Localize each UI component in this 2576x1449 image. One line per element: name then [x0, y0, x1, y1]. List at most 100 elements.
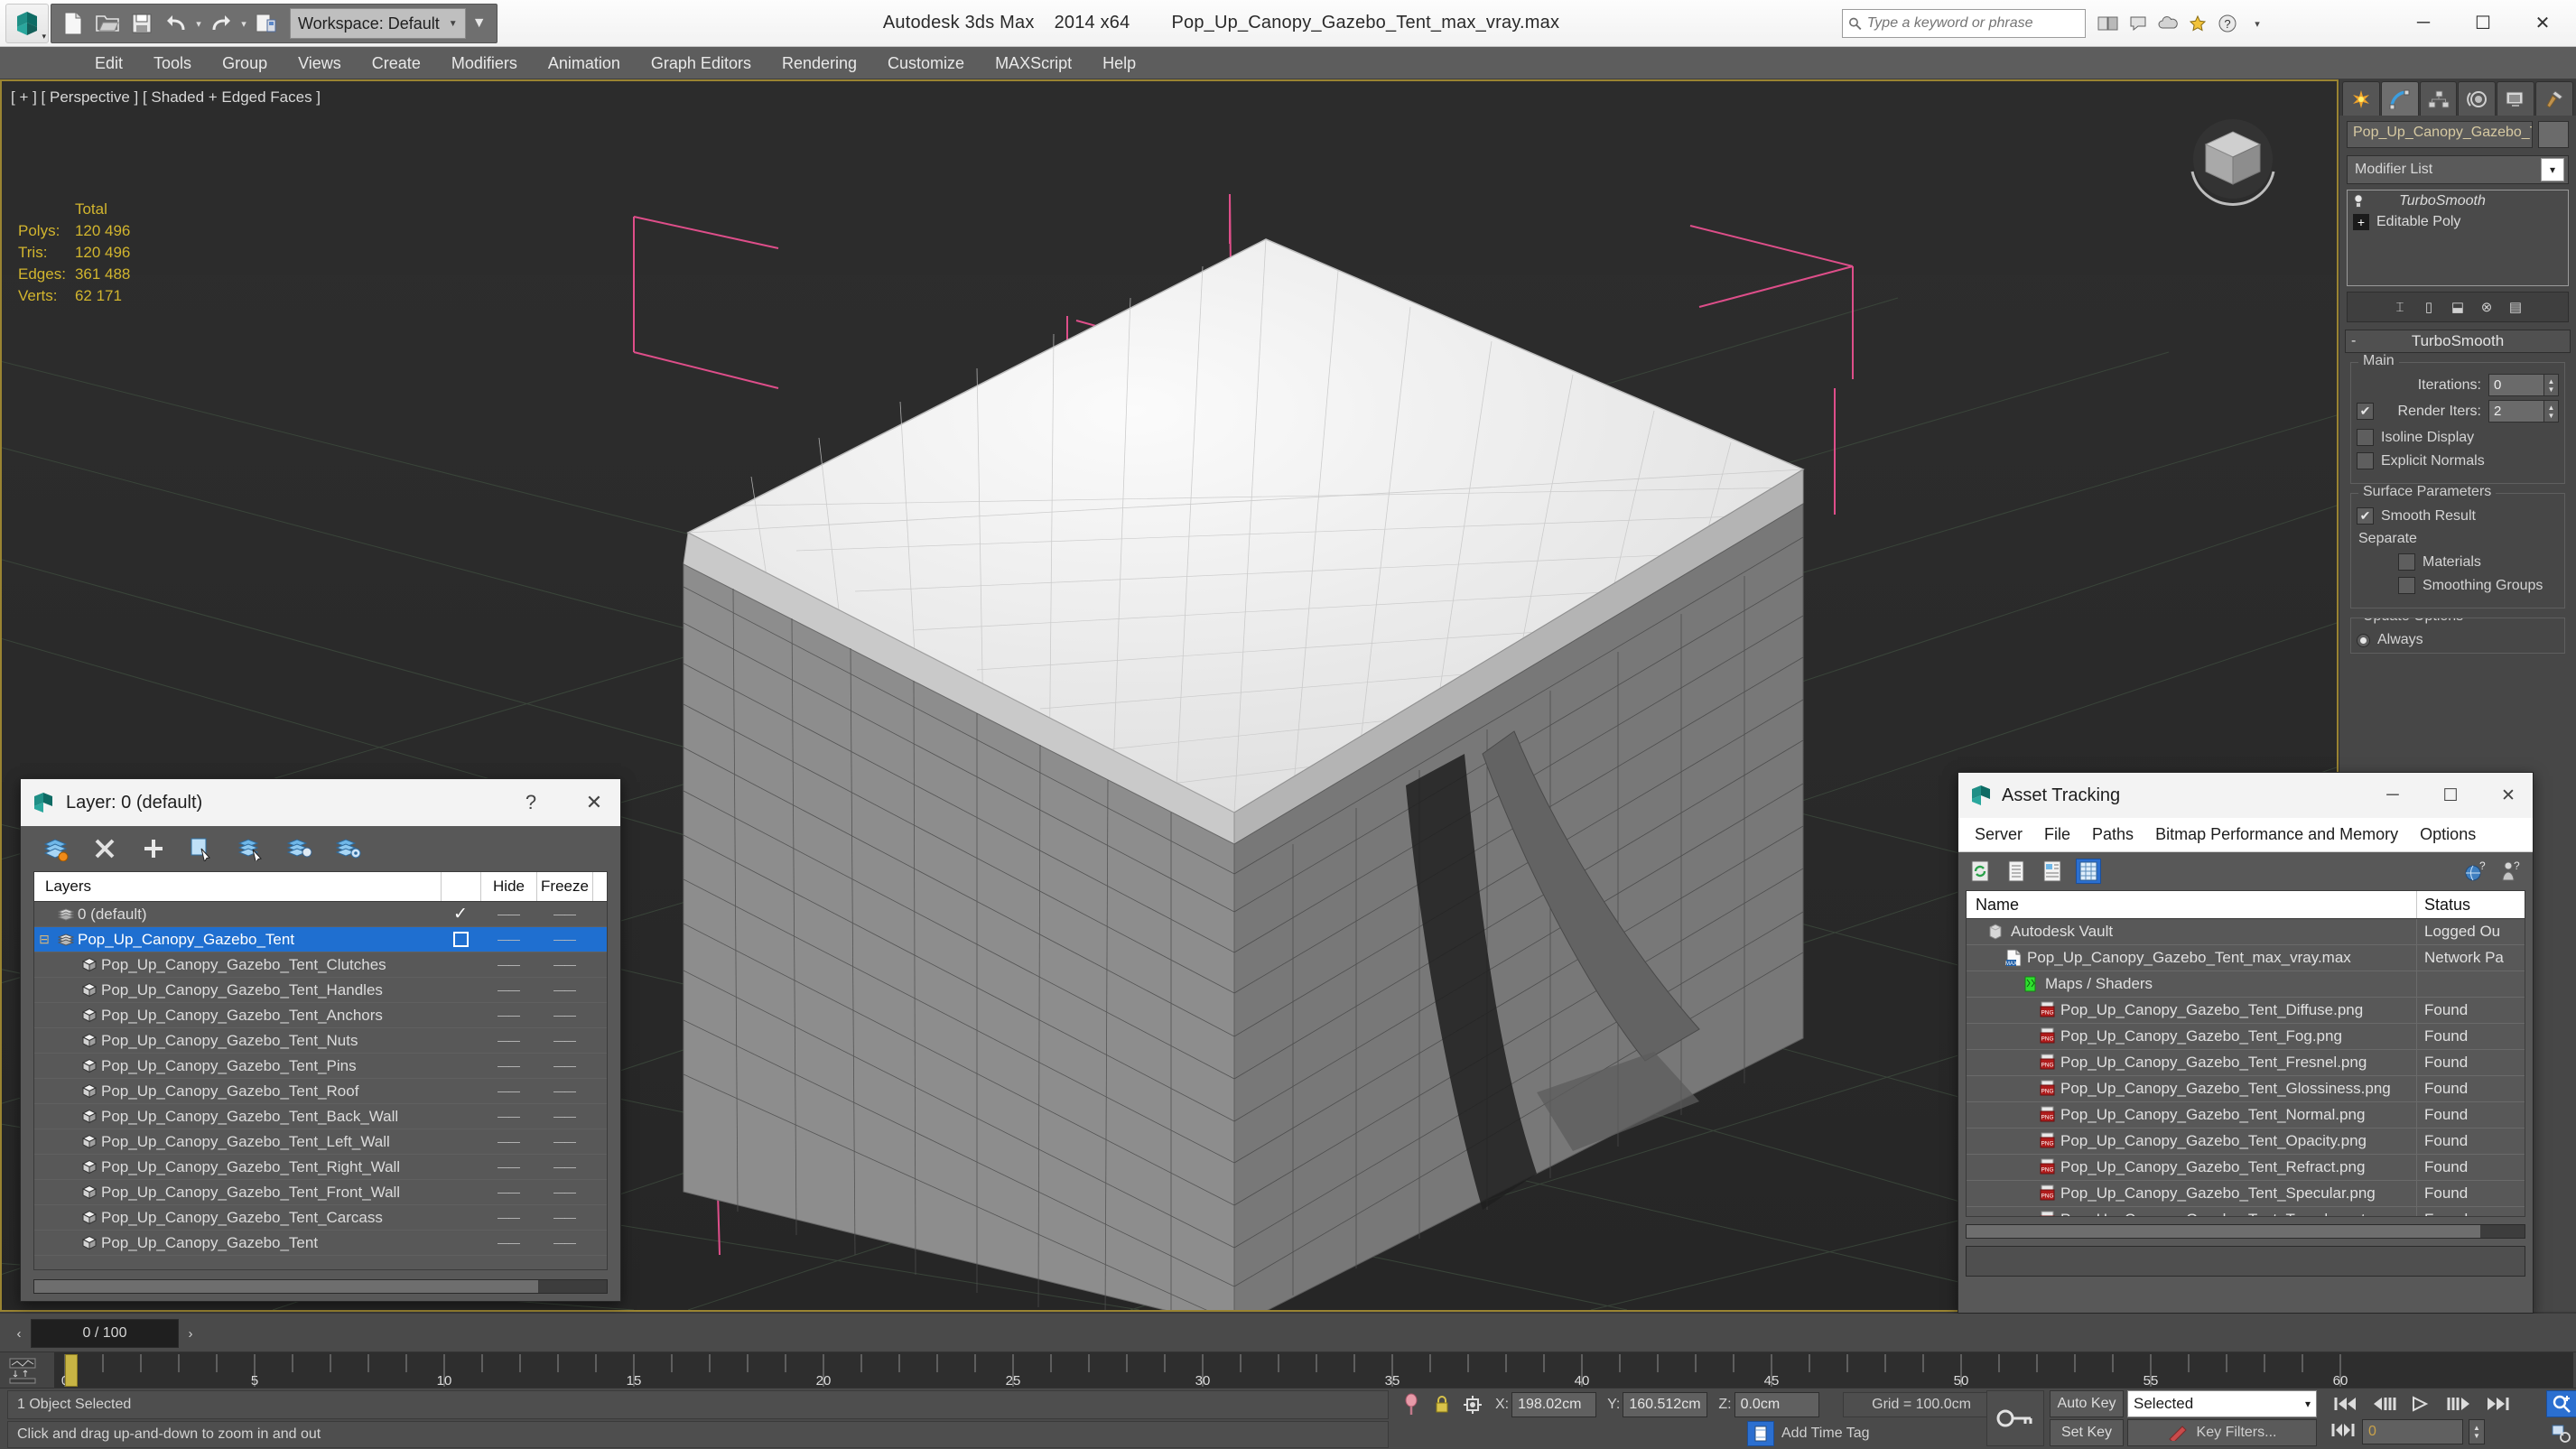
grid-view-icon[interactable]: [2076, 859, 2101, 884]
layer-freeze-cell[interactable]: ——: [536, 1135, 592, 1148]
smooth-result-checkbox[interactable]: ✔: [2357, 507, 2374, 525]
current-frame-field[interactable]: 0: [2362, 1419, 2463, 1444]
asset-menu-paths[interactable]: Paths: [2081, 825, 2144, 844]
layer-freeze-cell[interactable]: ——: [536, 983, 592, 997]
materials-row[interactable]: Materials: [2398, 553, 2559, 571]
asset-row[interactable]: PNG Pop_Up_Canopy_Gazebo_Tent_Normal.png…: [1967, 1102, 2525, 1129]
expand-plus-icon[interactable]: +: [2353, 213, 2369, 230]
menu-group[interactable]: Group: [207, 47, 283, 79]
track-bar[interactable]: 0 510 1520 2530 3540 4550 5560: [0, 1351, 2576, 1389]
asset-menu-server[interactable]: Server: [1964, 825, 2033, 844]
key-mode-toggle-button[interactable]: [2330, 1421, 2357, 1444]
redo-button[interactable]: [205, 7, 237, 40]
layer-hide-cell[interactable]: ——: [480, 958, 536, 971]
stack-item-editable-poly[interactable]: + Editable Poly: [2348, 211, 2568, 232]
highlight-selected-objects-layers-icon[interactable]: [284, 833, 315, 864]
layer-row[interactable]: Pop_Up_Canopy_Gazebo_Tent_Back_Wall —— ——: [34, 1104, 607, 1129]
open-file-button[interactable]: [91, 7, 124, 40]
iterations-input[interactable]: [2488, 374, 2544, 396]
lightbulb-icon[interactable]: [2352, 193, 2365, 209]
layer-freeze-cell[interactable]: ——: [536, 1084, 592, 1098]
menu-maxscript[interactable]: MAXScript: [980, 47, 1087, 79]
tab-display[interactable]: [2497, 81, 2535, 116]
remove-modifier-icon[interactable]: ⊗: [2474, 296, 2499, 318]
add-time-tag-group[interactable]: Add Time Tag: [1747, 1421, 1870, 1446]
time-tag-icon[interactable]: [1747, 1421, 1774, 1446]
asset-maximize-button[interactable]: ☐: [2426, 773, 2475, 818]
asset-menu-options[interactable]: Options: [2409, 825, 2487, 844]
next-frame-button[interactable]: [2443, 1390, 2476, 1417]
make-unique-icon[interactable]: ⬓: [2445, 296, 2470, 318]
layer-hide-cell[interactable]: ——: [480, 1160, 536, 1174]
undo-dropdown-icon[interactable]: ▾: [194, 7, 203, 40]
explicit-normals-checkbox[interactable]: [2357, 452, 2374, 469]
go-to-end-button[interactable]: [2481, 1390, 2514, 1417]
menu-edit[interactable]: Edit: [79, 47, 138, 79]
auto-key-button[interactable]: Auto Key: [2050, 1390, 2124, 1417]
asset-tracking-dialog[interactable]: Asset Tracking ─ ☐ ✕ Server File Paths B…: [1958, 772, 2534, 1314]
key-mode-toggle[interactable]: [1986, 1390, 2044, 1446]
iterations-spin-buttons[interactable]: ▲ ▼: [2544, 374, 2559, 396]
layer-hide-cell[interactable]: ——: [480, 1211, 536, 1224]
key-filters-button[interactable]: Key Filters...: [2127, 1419, 2317, 1446]
tab-utilities[interactable]: [2535, 81, 2573, 116]
smoothing-groups-checkbox[interactable]: [2398, 577, 2415, 594]
render-iters-spinner[interactable]: ▲▼: [2488, 400, 2559, 423]
menu-tools[interactable]: Tools: [138, 47, 207, 79]
explicit-normals-row[interactable]: Explicit Normals: [2357, 452, 2559, 469]
layer-hide-cell[interactable]: ——: [480, 983, 536, 997]
help-dropdown-icon[interactable]: ▾: [2246, 12, 2269, 35]
modifier-list-dropdown[interactable]: Modifier List ▾: [2347, 155, 2569, 184]
refresh-icon[interactable]: [1967, 859, 1993, 884]
save-file-button[interactable]: [126, 7, 158, 40]
asset-scrollbar-thumb[interactable]: [1967, 1225, 2480, 1238]
add-time-tag-label[interactable]: Add Time Tag: [1781, 1426, 1870, 1442]
layer-hide-cell[interactable]: ——: [480, 1236, 536, 1249]
rollout-collapse-icon[interactable]: -: [2351, 333, 2356, 349]
menu-graph-editors[interactable]: Graph Editors: [636, 47, 767, 79]
time-slider-handle[interactable]: [65, 1354, 78, 1387]
menu-animation[interactable]: Animation: [533, 47, 636, 79]
frame-navigation[interactable]: ‹ 0 / 100 ›: [7, 1317, 202, 1350]
show-end-result-icon[interactable]: ▯: [2416, 296, 2441, 318]
new-file-button[interactable]: [57, 7, 89, 40]
layer-freeze-cell[interactable]: ——: [536, 1160, 592, 1174]
add-selection-to-layer-icon[interactable]: [138, 833, 169, 864]
favorites-star-icon[interactable]: [2186, 12, 2209, 35]
delete-layer-icon[interactable]: [89, 833, 120, 864]
field-of-view-button[interactable]: [2546, 1419, 2576, 1446]
menu-help[interactable]: Help: [1087, 47, 1151, 79]
play-animation-button[interactable]: [2405, 1390, 2438, 1417]
previous-frame-button[interactable]: [2367, 1390, 2400, 1417]
layer-horizontal-scrollbar[interactable]: [33, 1279, 608, 1294]
layer-freeze-cell[interactable]: ——: [536, 1236, 592, 1249]
iterations-spinner[interactable]: ▲▼: [2488, 374, 2559, 396]
x-value[interactable]: 198.02cm: [1511, 1392, 1597, 1417]
zoom-tool-button[interactable]: [2546, 1390, 2576, 1417]
minimize-button[interactable]: ─: [2394, 1, 2453, 46]
always-row[interactable]: Always: [2357, 632, 2559, 648]
cloud-icon[interactable]: [2156, 12, 2180, 35]
layer-properties-icon[interactable]: [333, 833, 364, 864]
asset-row[interactable]: PNG Pop_Up_Canopy_Gazebo_Tent_Refract.pn…: [1967, 1155, 2525, 1181]
layer-hide-cell[interactable]: ——: [480, 907, 536, 921]
menu-rendering[interactable]: Rendering: [767, 47, 872, 79]
asset-close-button[interactable]: ✕: [2484, 773, 2533, 818]
asset-row[interactable]: MAX Pop_Up_Canopy_Gazebo_Tent_max_vray.m…: [1967, 945, 2525, 971]
layer-row[interactable]: Pop_Up_Canopy_Gazebo_Tent_Left_Wall —— ——: [34, 1129, 607, 1155]
layer-dialog-close-button[interactable]: ✕: [568, 779, 620, 826]
object-name-field[interactable]: Pop_Up_Canopy_Gazebo_Te: [2347, 121, 2533, 148]
selection-set-dropdown[interactable]: Selected ▾: [2127, 1390, 2317, 1417]
communication-center-icon[interactable]: [2126, 12, 2150, 35]
menu-modifiers[interactable]: Modifiers: [436, 47, 533, 79]
layer-freeze-cell[interactable]: ——: [536, 958, 592, 971]
asset-row[interactable]: PNG Pop_Up_Canopy_Gazebo_Tent_Fresnel.pn…: [1967, 1050, 2525, 1076]
menu-create[interactable]: Create: [357, 47, 436, 79]
list-view-icon[interactable]: [2004, 859, 2029, 884]
app-menu-button[interactable]: ▾: [5, 3, 49, 43]
layer-row[interactable]: 0 (default) ✓ —— ——: [34, 902, 607, 927]
path-view-icon[interactable]: [2040, 859, 2065, 884]
asset-row[interactable]: PNG Pop_Up_Canopy_Gazebo_Tent_Fog.png Fo…: [1967, 1024, 2525, 1050]
y-value[interactable]: 160.512cm: [1623, 1392, 1708, 1417]
layer-scrollbar-thumb[interactable]: [34, 1280, 538, 1293]
